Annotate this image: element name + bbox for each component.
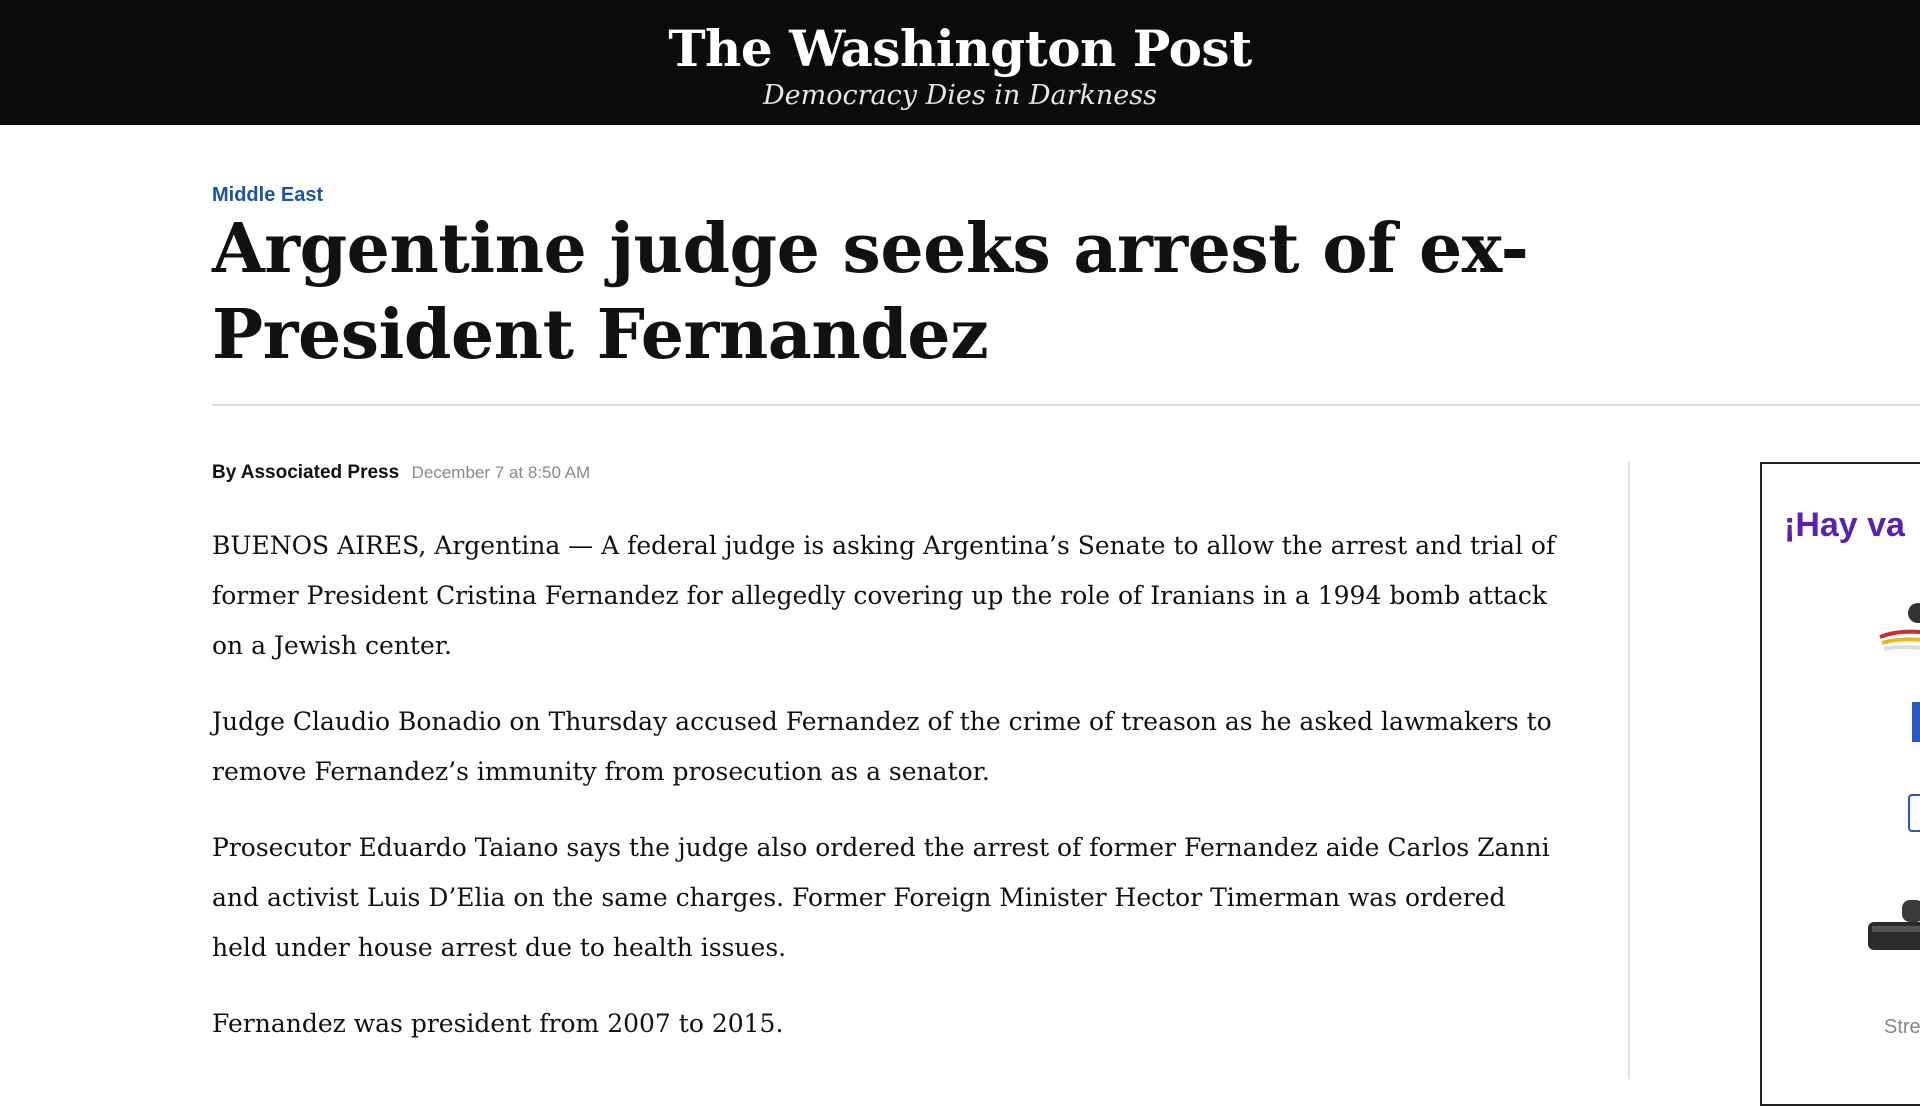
article-headline: Argentine judge seeks arrest of ex-Presi… [212,209,1529,375]
masthead-tagline: Democracy Dies in Darkness [763,80,1157,111]
ad-accent-bar [1912,702,1920,742]
advertisement[interactable]: ¡Hay va Stre [1760,462,1920,1106]
article-paragraph: Fernandez was president from 2007 to 201… [212,1009,784,1038]
article-body: BUENOS AIRES, Argentina — A federal judg… [212,521,1562,1075]
section-kicker-link[interactable]: Middle East [212,183,323,207]
publish-timestamp: December 7 at 8:50 AM [411,463,591,482]
washington-post-logo[interactable]: The Washington Post [0,14,1920,84]
ad-cta-button[interactable] [1908,794,1920,832]
ad-caption: Stre [1884,1016,1920,1038]
streaming-device-icon [1868,900,1920,950]
article-paragraph: Prosecutor Eduardo Taiano says the judge… [212,833,1550,962]
author-link[interactable]: Associated Press [241,462,399,483]
byline-prefix: By [212,462,237,483]
ad-headline[interactable]: ¡Hay va [1784,506,1905,545]
right-rail-divider [1628,462,1630,1079]
headline-divider [212,404,1920,406]
cable-icon [1879,603,1920,651]
article-paragraph: BUENOS AIRES, Argentina — A federal judg… [212,531,1556,660]
byline: By Associated Press December 7 at 8:50 A… [212,461,590,486]
article-paragraph: Judge Claudio Bonadio on Thursday accuse… [212,707,1552,786]
masthead: The Washington Post Democracy Dies in Da… [0,0,1920,125]
